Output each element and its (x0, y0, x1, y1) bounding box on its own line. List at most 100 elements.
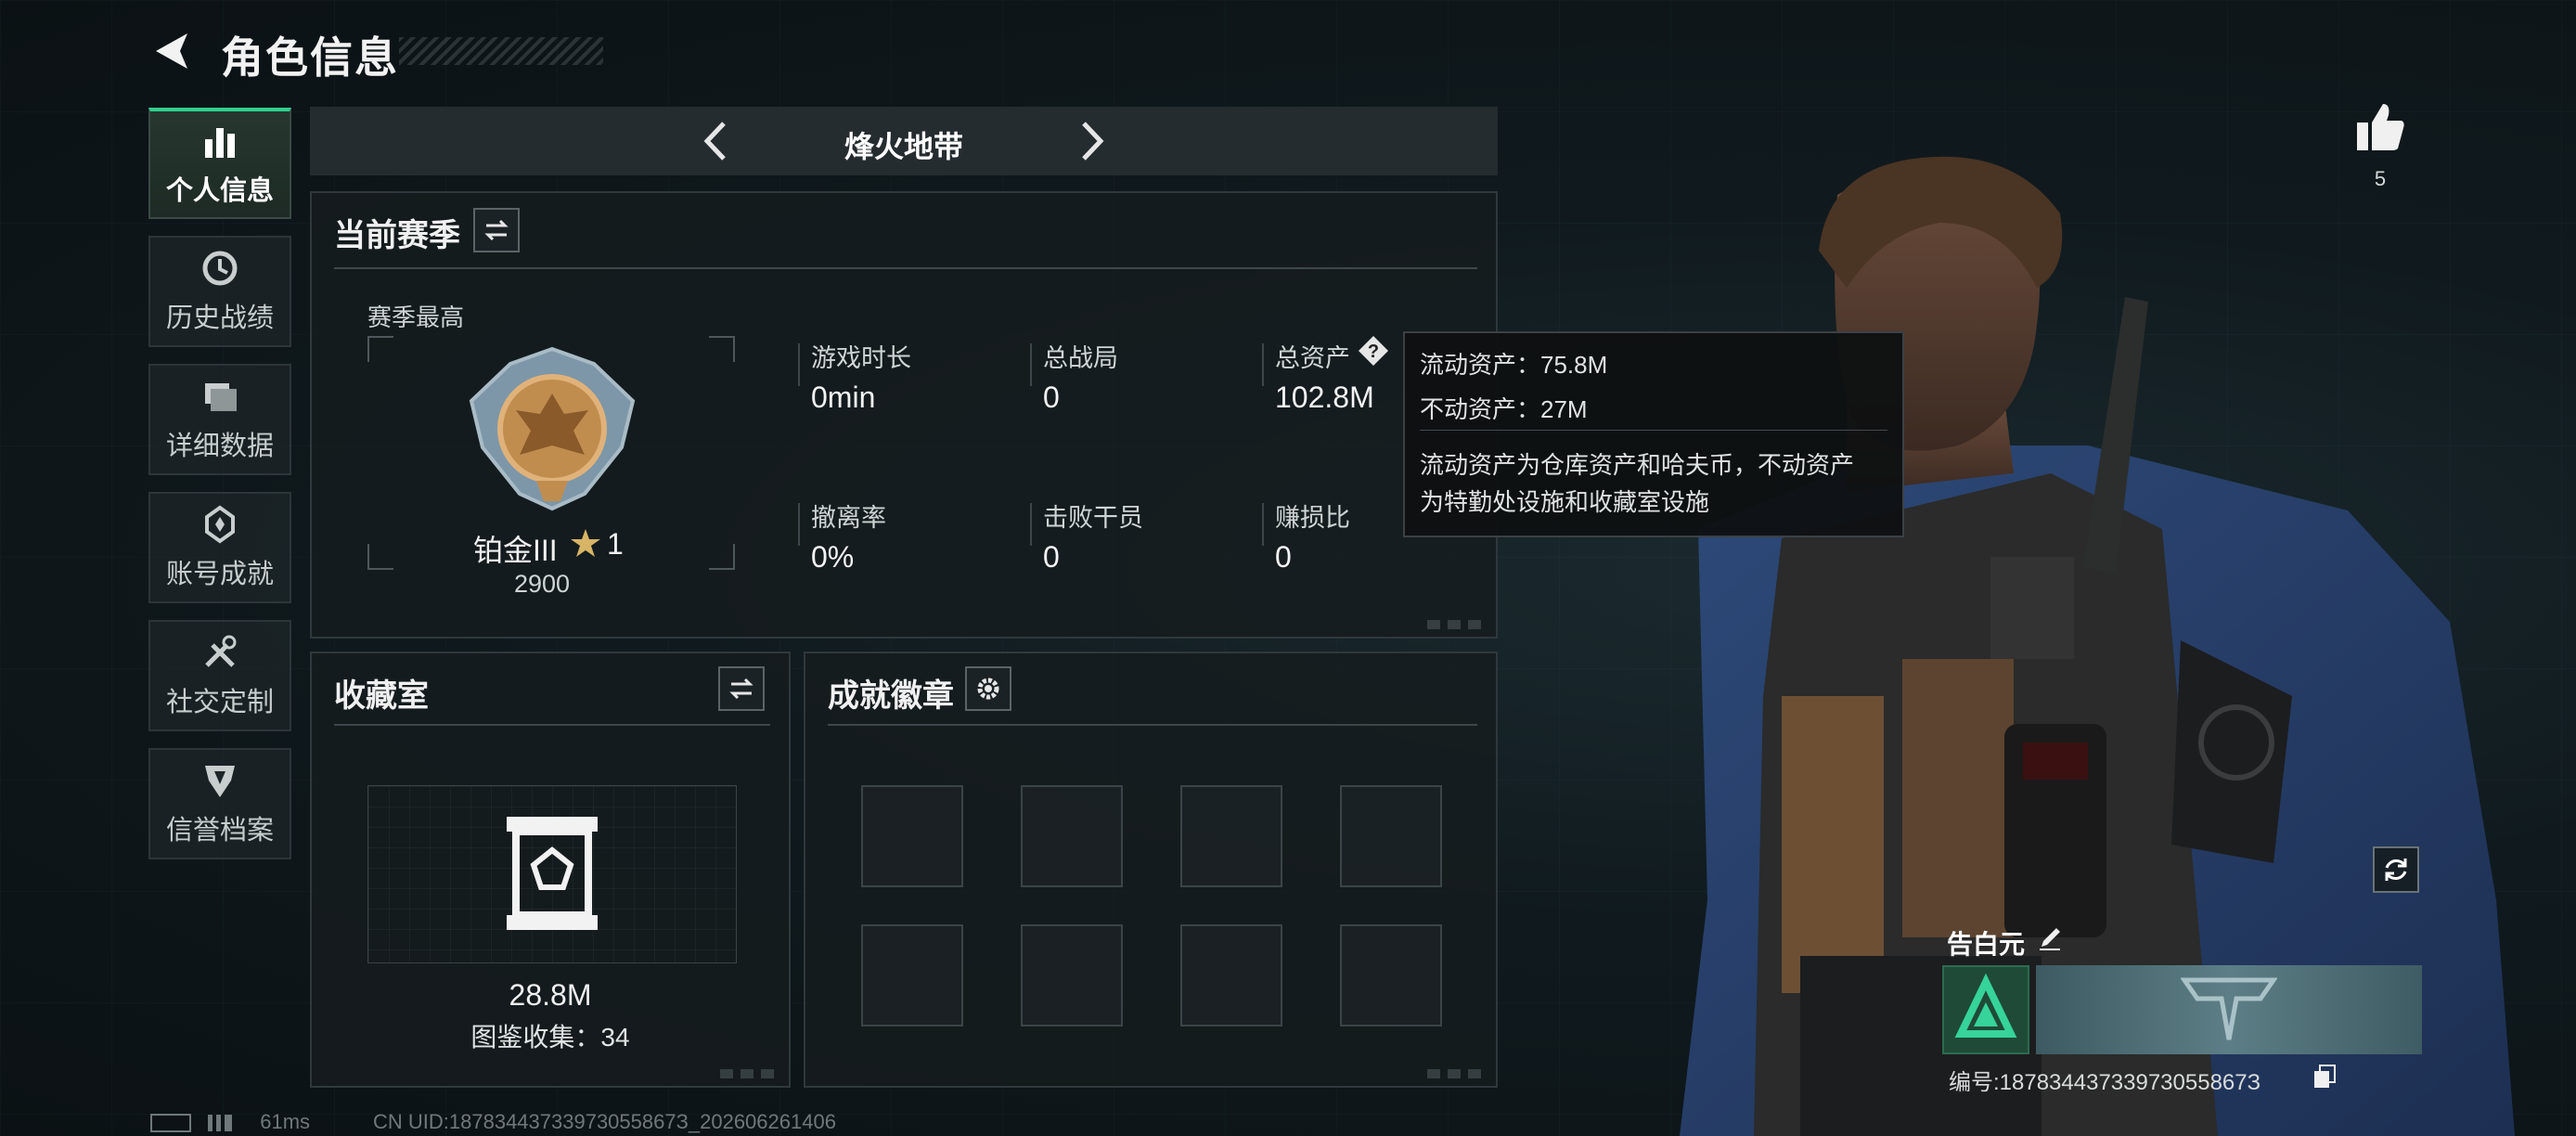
stat-divider (1030, 503, 1032, 546)
season-switch-button[interactable] (473, 208, 520, 252)
display-case-icon (507, 817, 598, 930)
badge-slot[interactable] (1180, 785, 1282, 887)
stat-label: 总资产 (1275, 344, 1350, 372)
thumbs-up-icon[interactable] (2353, 100, 2407, 154)
stat-value: 0 (1043, 381, 1060, 414)
badge-slot[interactable] (1340, 924, 1442, 1026)
cn-uid: CN UID:18783443733973055867З_20260626140… (373, 1110, 836, 1133)
tooltip-fixed-assets: 不动资产：27M (1420, 395, 1588, 423)
achievements-title: 成就徽章 (828, 678, 954, 714)
achievements-panel: 成就徽章 (804, 652, 1498, 1088)
divider (828, 724, 1477, 726)
mode-title: 烽火地带 (844, 130, 963, 163)
panel-corner-decoration (720, 1069, 776, 1078)
stat-value: 0min (811, 381, 876, 414)
stat-label: 击败干员 (1043, 504, 1143, 532)
side-nav: 个人信息 历史战绩 详细数据 账号成就 社交定制 信誉档案 (148, 108, 293, 876)
nav-label: 社交定制 (165, 688, 274, 717)
nav-label: 账号成就 (165, 560, 274, 589)
stat-value: 0 (1275, 540, 1292, 574)
copy-icon[interactable] (2312, 1064, 2337, 1090)
nav-item-history[interactable]: 历史战绩 (148, 236, 291, 347)
ping-value: 61ms (260, 1110, 311, 1133)
stat-label: 赚损比 (1275, 504, 1350, 532)
divider (334, 267, 1477, 269)
stat-value: 0% (811, 540, 855, 574)
stat-divider (798, 343, 800, 386)
delta-logo-icon (2181, 977, 2277, 1040)
panel-corner-decoration (1427, 1069, 1483, 1078)
stat-value: 0 (1043, 540, 1060, 574)
nav-label: 详细数据 (165, 432, 274, 461)
collection-value: 28.8M (509, 978, 592, 1012)
page-title: 角色信息 (221, 33, 399, 82)
badge-slot[interactable] (1021, 924, 1123, 1026)
back-arrow-icon[interactable] (148, 28, 195, 74)
player-uid: 编号:18783443733973055867З (1949, 1070, 2261, 1095)
rank-emblem[interactable] (1942, 965, 2029, 1054)
next-mode-arrow-icon[interactable] (1065, 116, 1115, 166)
folder-icon (205, 383, 237, 411)
tooltip-divider (1420, 430, 1887, 431)
tooltip-description: 为特勤处设施和收藏室设施 (1420, 488, 1710, 516)
divider (334, 724, 770, 726)
collection-count: 图鉴收集：34 (470, 1023, 630, 1052)
edit-pencil-icon[interactable] (2036, 924, 2064, 952)
signal-icon (208, 1115, 233, 1132)
achievement-icon (205, 505, 235, 544)
nav-item-personal-info[interactable]: 个人信息 (148, 108, 291, 219)
nav-label: 历史战绩 (165, 303, 274, 333)
info-question-icon[interactable]: ? (1357, 334, 1390, 368)
clock-icon (202, 251, 238, 286)
badge-slot[interactable] (1340, 785, 1442, 887)
nav-item-social-custom[interactable]: 社交定制 (148, 620, 291, 731)
rank-stars: 1 (607, 527, 624, 561)
nav-label: 个人信息 (165, 176, 274, 206)
rank-badge-icon (469, 346, 636, 511)
refresh-icon (2385, 858, 2407, 881)
assets-tooltip: 流动资产：75.8M 不动资产：27M 流动资产为仓库资产和哈夫币，不动资产 为… (1403, 331, 1904, 537)
nav-item-detailed-data[interactable]: 详细数据 (148, 364, 291, 475)
swap-icon (729, 678, 753, 700)
gear-icon (977, 678, 999, 700)
panel-corner-decoration (1427, 620, 1483, 629)
star-icon (571, 529, 600, 557)
tools-icon (205, 635, 237, 667)
collection-title: 收藏室 (334, 678, 429, 714)
season-title: 当前赛季 (334, 218, 460, 253)
stat-label: 总战局 (1043, 344, 1118, 372)
tooltip-liquid-assets: 流动资产：75.8M (1420, 351, 1608, 379)
stat-divider (1030, 343, 1032, 386)
achievements-settings-button[interactable] (965, 666, 1011, 711)
rank-name: 铂金III (473, 534, 558, 567)
refresh-button[interactable] (2373, 846, 2419, 893)
player-name: 告白元 (1947, 930, 2026, 959)
stat-divider (798, 503, 800, 546)
stat-label: 游戏时长 (811, 344, 911, 372)
bar-chart-icon (205, 128, 235, 158)
nav-item-reputation[interactable]: 信誉档案 (148, 748, 291, 859)
title-decoration (399, 37, 603, 65)
like-count: 5 (2374, 167, 2387, 190)
nav-label: 信誉档案 (165, 816, 274, 846)
nav-item-achievements[interactable]: 账号成就 (148, 492, 291, 603)
stat-divider (1262, 503, 1264, 546)
triangle-emblem-icon (1954, 973, 2017, 1038)
badge-slot[interactable] (1021, 785, 1123, 887)
stat-divider (1262, 343, 1264, 386)
mode-selector: 烽火地带 (310, 107, 1498, 175)
rank-score: 2900 (514, 570, 571, 598)
stat-value: 102.8M (1275, 381, 1374, 414)
collection-panel: 收藏室 28.8M 图鉴收集：34 (310, 652, 791, 1088)
shield-emblem-icon (205, 766, 235, 797)
badge-slot[interactable] (861, 785, 963, 887)
badge-slot[interactable] (1180, 924, 1282, 1026)
swap-icon (484, 219, 509, 241)
battery-icon (150, 1114, 191, 1133)
network-status: 61ms (150, 1110, 310, 1134)
badge-slot[interactable] (861, 924, 963, 1026)
season-best-label: 赛季最高 (367, 303, 465, 331)
tooltip-description: 流动资产为仓库资产和哈夫币，不动资产 (1420, 451, 1855, 479)
collection-switch-button[interactable] (718, 666, 765, 711)
name-card-banner[interactable] (2036, 965, 2422, 1054)
